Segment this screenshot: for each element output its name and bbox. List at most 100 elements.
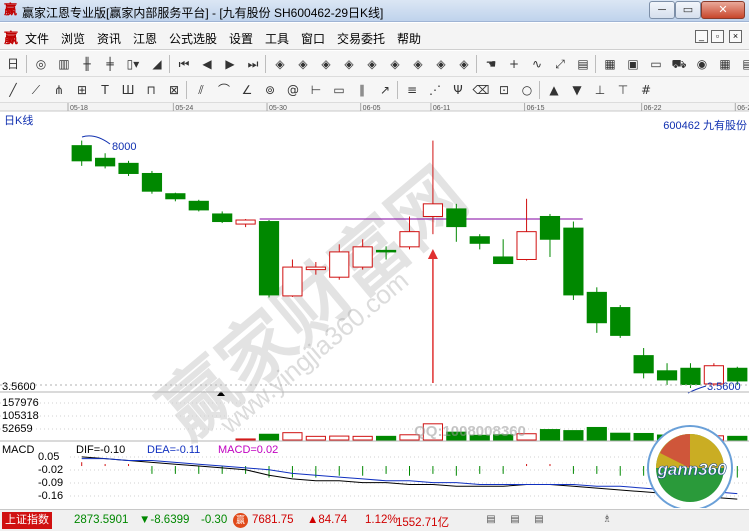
volume-bar[interactable] — [727, 435, 748, 441]
box-icon[interactable]: ▭ — [330, 80, 348, 100]
comb-icon[interactable]: Ш — [119, 80, 137, 100]
draw-line-icon[interactable]: ╱ — [4, 80, 22, 100]
volume-bar[interactable] — [282, 432, 303, 441]
period-day-button[interactable]: 日▾ — [4, 54, 22, 91]
speed-line-icon[interactable]: ⋰ — [426, 80, 444, 100]
kline-chart-area[interactable]: 05-18 05-24 05-30 06-05 06-11 06-15 06-22 06-28… — [0, 103, 749, 508]
candle[interactable] — [516, 198, 537, 261]
candle[interactable] — [563, 221, 584, 300]
channel-icon[interactable]: ⫽ — [192, 80, 210, 100]
dashboard-icon[interactable]: ◉ — [693, 54, 711, 74]
candle[interactable] — [71, 140, 92, 166]
candle[interactable] — [165, 192, 186, 202]
delete-draw-icon[interactable]: ⌫ — [472, 80, 490, 100]
diamond-1-icon[interactable]: ◈ — [271, 54, 289, 74]
candle[interactable] — [610, 305, 631, 338]
menu-settings[interactable]: 设置 — [229, 30, 253, 47]
pitchfork-icon[interactable]: Ψ — [449, 80, 467, 100]
ruler-icon[interactable]: ⊢ — [307, 80, 325, 100]
menu-trade[interactable]: 交易委托 — [337, 30, 385, 47]
screen-icon[interactable]: ▭ — [647, 54, 665, 74]
menu-info[interactable]: 资讯 — [97, 30, 121, 47]
candle[interactable] — [680, 363, 701, 388]
ray-icon[interactable]: ↗ — [376, 80, 394, 100]
first-bar-icon[interactable]: ⏮ — [175, 54, 193, 74]
diamond-9-icon[interactable]: ◈ — [455, 54, 473, 74]
diamond-8-icon[interactable]: ◈ — [432, 54, 450, 74]
wave-icon[interactable]: ∿ — [528, 54, 546, 74]
table-icon[interactable]: ▤ — [739, 54, 749, 74]
gann-square-icon[interactable]: ⊞ — [73, 80, 91, 100]
fan-icon[interactable]: ⋔ — [50, 80, 68, 100]
layout-icon[interactable]: ▤ — [574, 54, 592, 74]
circle-icon[interactable]: ○ — [518, 80, 536, 100]
status-tool-1-icon[interactable]: ▤ — [484, 512, 498, 528]
mdi-close-button[interactable]: × — [729, 30, 742, 43]
index-label[interactable]: 上证指数 — [2, 512, 52, 529]
diamond-2-icon[interactable]: ◈ — [294, 54, 312, 74]
price-ruler-icon[interactable]: ⊥ — [591, 80, 609, 100]
grid-icon[interactable]: ▦ — [716, 54, 734, 74]
grid-draw-icon[interactable]: # — [637, 80, 655, 100]
volume-bar[interactable] — [563, 430, 584, 441]
candle[interactable] — [212, 211, 233, 224]
text-icon[interactable]: T — [96, 80, 114, 100]
calendar-icon[interactable]: ▦ — [601, 54, 619, 74]
gann-grid-icon[interactable]: ⊠ — [165, 80, 183, 100]
volume-bar[interactable] — [235, 438, 256, 441]
trend-icon[interactable]: ⟋ — [27, 80, 45, 100]
kline-icon[interactable]: ╫ — [78, 54, 96, 74]
status-tool-2-icon[interactable]: ▤ — [508, 512, 522, 528]
maximize-button[interactable]: ▭ — [675, 1, 701, 19]
calculator-icon[interactable]: ▣ — [624, 54, 642, 74]
brace-icon[interactable]: ⊓ — [142, 80, 160, 100]
candle[interactable] — [118, 160, 139, 177]
candle[interactable] — [539, 213, 561, 257]
truck-icon[interactable]: ⛟ — [670, 54, 688, 74]
diamond-6-icon[interactable]: ◈ — [386, 54, 404, 74]
diamond-3-icon[interactable]: ◈ — [317, 54, 335, 74]
gann-box-icon[interactable]: ⊡ — [495, 80, 513, 100]
diamond-5-icon[interactable]: ◈ — [363, 54, 381, 74]
menu-formula-pick[interactable]: 公式选股 — [169, 30, 217, 47]
mdi-restore-button[interactable]: ▫ — [711, 30, 724, 43]
volume-bar[interactable] — [586, 426, 607, 441]
arrow-flag-icon[interactable]: ◢ — [148, 54, 166, 74]
diamond-7-icon[interactable]: ◈ — [409, 54, 427, 74]
candle[interactable] — [586, 287, 607, 333]
candle[interactable] — [469, 234, 490, 250]
cycle-icon[interactable]: ⊚ — [261, 80, 279, 100]
candle[interactable] — [258, 220, 280, 298]
spiral-icon[interactable]: @ — [284, 80, 302, 100]
mark-up-icon[interactable]: ▲ — [545, 80, 563, 100]
volume-bar[interactable] — [305, 435, 326, 441]
market-bubble-icon[interactable]: 赢 — [233, 513, 248, 528]
volume-bar[interactable] — [610, 432, 631, 441]
volume-bar[interactable] — [258, 433, 280, 441]
volume-bar[interactable] — [375, 435, 397, 441]
ohlc-bar-icon[interactable]: ╪ — [101, 54, 119, 74]
menu-window[interactable]: 窗口 — [301, 30, 325, 47]
menu-tools[interactable]: 工具 — [265, 30, 289, 47]
minimize-button[interactable]: ─ — [649, 1, 675, 19]
time-ruler-icon[interactable]: ⊤ — [614, 80, 632, 100]
status-tool-4-icon[interactable]: ♗ — [600, 512, 614, 528]
kline-chart[interactable]: 05-18 05-24 05-30 06-05 06-11 06-15 06-22 06-28… — [0, 103, 749, 508]
candle-select-icon[interactable]: ▯▾ — [124, 54, 142, 74]
hand-icon[interactable]: ☚ — [482, 54, 500, 74]
parallel-icon[interactable]: ∥ — [353, 80, 371, 100]
menu-help[interactable]: 帮助 — [397, 30, 421, 47]
menu-file[interactable]: 文件 — [25, 30, 49, 47]
menu-gann[interactable]: 江恩 — [133, 30, 157, 47]
candle[interactable] — [493, 239, 514, 265]
volume-bar[interactable] — [633, 432, 654, 441]
chart-type-icon[interactable]: ◎ — [32, 54, 50, 74]
candle[interactable] — [95, 153, 116, 169]
candle[interactable] — [141, 170, 163, 194]
arc-icon[interactable]: ⌒ — [215, 80, 233, 100]
close-button[interactable]: ✕ — [701, 1, 745, 19]
prev-icon[interactable]: ◀ — [198, 54, 216, 74]
fib-icon[interactable]: ≡ — [403, 80, 421, 100]
last-bar-icon[interactable]: ⏭ — [244, 54, 262, 74]
volume-bar[interactable] — [539, 429, 561, 441]
